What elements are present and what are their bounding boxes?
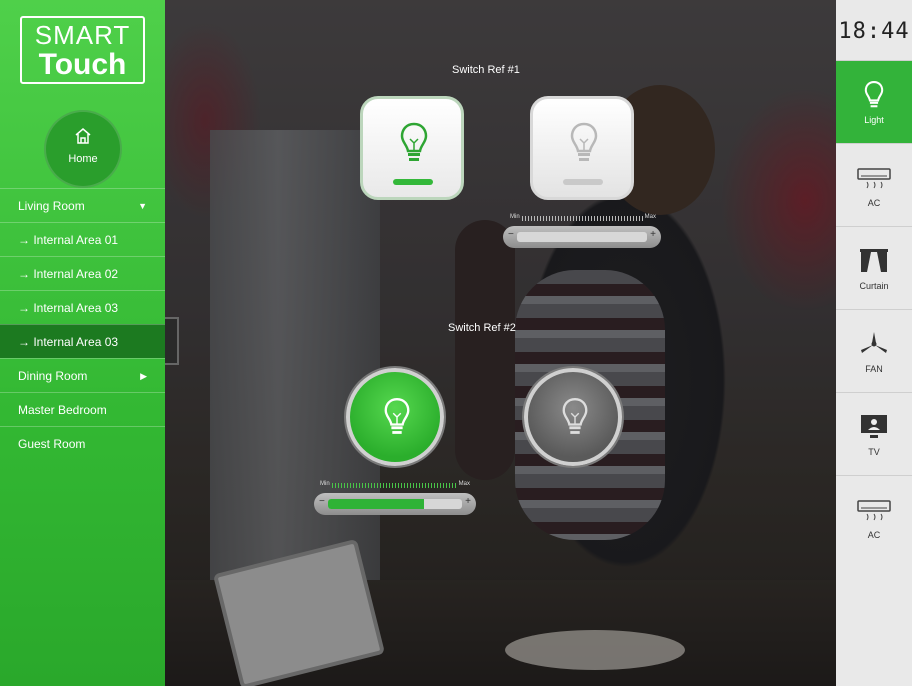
scale-ticks: [332, 483, 458, 488]
clock: 18:44: [838, 19, 910, 44]
nav-label: → Internal Area 02: [18, 267, 119, 281]
device-label: Curtain: [859, 281, 889, 291]
slider-track: [328, 499, 462, 509]
tv-icon: [836, 393, 912, 445]
fan-icon: [836, 310, 912, 362]
nav-internal-area-03-active[interactable]: → Internal Area 03: [0, 317, 179, 365]
scale-max-label: Max: [644, 214, 656, 220]
home-button[interactable]: Home: [44, 110, 122, 188]
switch1-a-on-indicator: [393, 179, 433, 185]
nav-label: Guest Room: [18, 437, 86, 451]
minus-icon[interactable]: −: [319, 496, 325, 507]
switch2-light-a-button[interactable]: [346, 368, 444, 466]
nav-internal-area-01[interactable]: → Internal Area 01: [0, 222, 165, 256]
minus-icon[interactable]: −: [508, 229, 514, 240]
smart-touch-app: SMART Touch Home Living Room ▼ → Interna…: [0, 0, 912, 686]
scale-max-label: Max: [458, 481, 470, 487]
switch1-b-off-indicator: [563, 179, 603, 185]
chevron-right-icon: ▶: [140, 371, 147, 381]
nav-internal-area-03[interactable]: → Internal Area 03: [0, 290, 165, 324]
nav-guest-room[interactable]: Guest Room: [0, 426, 165, 460]
switch1-dimmer-slider[interactable]: − +: [503, 226, 661, 248]
chevron-down-icon: ▼: [138, 201, 147, 211]
bulb-icon: [568, 121, 600, 170]
device-label: AC: [867, 198, 881, 208]
device-ac-2-button[interactable]: AC: [836, 475, 912, 558]
device-label: AC: [867, 530, 881, 540]
nav-internal-area-02[interactable]: → Internal Area 02: [0, 256, 165, 290]
nav-label: Dining Room: [18, 369, 88, 383]
switch1-scale: Min Max: [510, 214, 656, 222]
nav-label: → Internal Area 03: [18, 301, 119, 315]
home-label: Home: [68, 153, 98, 165]
smart-touch-logo: SMART Touch: [20, 16, 145, 84]
home-icon: [44, 126, 122, 151]
logo-line2: Touch: [38, 48, 127, 81]
plus-icon[interactable]: +: [650, 229, 656, 240]
sidebar: SMART Touch Home Living Room ▼ → Interna…: [0, 0, 179, 686]
ac-icon: [836, 144, 912, 196]
bulb-icon: [836, 61, 912, 113]
curtain-icon: [836, 227, 912, 279]
room-nav: Living Room ▼ → Internal Area 01 → Inter…: [0, 188, 179, 460]
device-label: Light: [864, 115, 884, 125]
device-label: TV: [868, 447, 880, 457]
switch2-dimmer-slider[interactable]: − +: [314, 493, 476, 515]
nav-dining-room[interactable]: Dining Room ▶: [0, 358, 165, 392]
bulb-icon: [382, 396, 412, 443]
scale-min-label: Min: [320, 481, 330, 487]
device-ac-button[interactable]: AC: [836, 143, 912, 226]
nav-living-room[interactable]: Living Room ▼: [0, 188, 165, 222]
scale-min-label: Min: [510, 214, 520, 220]
background-photo: [165, 0, 836, 686]
photo-overlay: [165, 0, 836, 686]
device-bar: 18:44 Light AC Curtain FAN TV AC: [836, 0, 912, 686]
switch2-scale: Min Max: [320, 481, 470, 489]
nav-master-bedroom[interactable]: Master Bedroom: [0, 392, 165, 426]
device-fan-button[interactable]: FAN: [836, 309, 912, 392]
switch2-title: Switch Ref #2: [448, 322, 516, 334]
nav-label: → Internal Area 03: [18, 335, 119, 349]
nav-label: → Internal Area 01: [18, 233, 119, 247]
switch2-light-b-button[interactable]: [524, 368, 622, 466]
slider-fill: [328, 499, 425, 509]
device-light-button[interactable]: Light: [836, 60, 912, 143]
device-label: FAN: [865, 364, 883, 374]
scale-ticks: [522, 216, 644, 221]
switch1-light-b-button[interactable]: [530, 96, 634, 200]
ac-icon: [836, 476, 912, 528]
logo-line1: SMART: [34, 20, 131, 50]
plus-icon[interactable]: +: [465, 496, 471, 507]
switch1-light-a-button[interactable]: [360, 96, 464, 200]
nav-label: Master Bedroom: [18, 403, 107, 417]
bulb-icon: [560, 396, 590, 443]
device-curtain-button[interactable]: Curtain: [836, 226, 912, 309]
device-tv-button[interactable]: TV: [836, 392, 912, 475]
switch1-title: Switch Ref #1: [452, 64, 520, 76]
slider-track: [517, 232, 647, 242]
bulb-icon: [398, 121, 430, 170]
nav-label: Living Room: [18, 199, 85, 213]
